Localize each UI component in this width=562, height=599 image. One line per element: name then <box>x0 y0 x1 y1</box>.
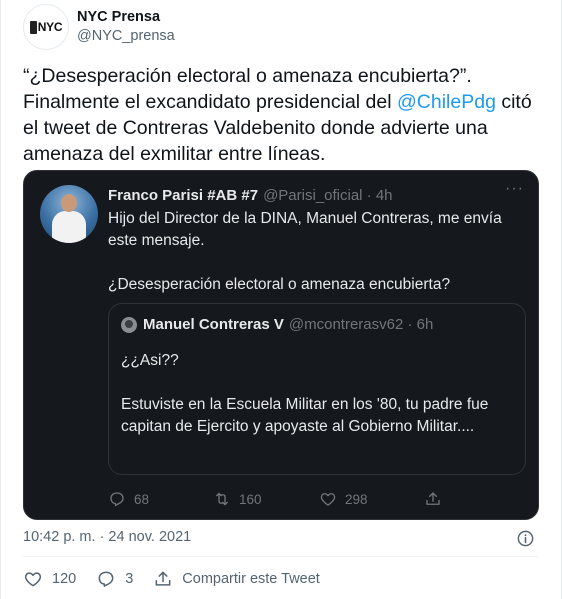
column-icon <box>29 20 37 34</box>
avatar-body <box>52 211 86 243</box>
tweet-header: NYC NYC Prensa @NYC_prensa <box>23 4 175 50</box>
quoted-author-name: Manuel Contreras V <box>143 316 284 333</box>
embedded-actions: 68 160 298 <box>108 489 528 509</box>
tweet-text: “¿Desesperación electoral o amenaza encu… <box>23 63 543 167</box>
quoted-header: Manuel Contreras V @mcontrerasv62 · 6h <box>121 316 433 333</box>
quoted-text: ¿¿Asi?? Estuviste en la Escuela Militar … <box>121 352 489 435</box>
tweet-timestamp[interactable]: 10:42 p. m. · 24 nov. 2021 <box>23 529 191 545</box>
reply-button[interactable]: 3 <box>96 569 133 589</box>
embedded-reply: 68 <box>108 490 213 508</box>
avatar-text: NYC <box>37 20 63 34</box>
reply-icon <box>110 492 124 507</box>
nyc-logo: NYC <box>29 20 63 34</box>
share-button[interactable]: Compartir este Tweet <box>153 569 320 589</box>
embedded-like-count: 298 <box>345 491 368 507</box>
share-icon <box>426 492 440 505</box>
embedded-header: Franco Parisi #AB #7 @Parisi_oficial · 4… <box>108 185 528 205</box>
avatar[interactable]: NYC <box>23 4 69 50</box>
more-icon: ··· <box>505 180 524 197</box>
embedded-author-name: Franco Parisi #AB #7 <box>108 186 259 204</box>
quoted-avatar <box>121 316 137 333</box>
embedded-handle-time: @Parisi_oficial · 4h <box>263 186 393 204</box>
embedded-like: 298 <box>319 490 424 508</box>
reply-icon <box>98 571 114 587</box>
like-count: 120 <box>52 571 77 587</box>
reply-count: 3 <box>125 571 134 587</box>
divider <box>23 556 539 557</box>
embedded-text: Hijo del Director de la DINA, Manuel Con… <box>108 210 502 293</box>
author-handle[interactable]: @NYC_prensa <box>77 27 175 46</box>
heart-icon <box>320 493 336 506</box>
quoted-tweet: Manuel Contreras V @mcontrerasv62 · 6h ¿… <box>108 303 526 475</box>
embedded-tweet-screenshot[interactable]: Franco Parisi #AB #7 @Parisi_oficial · 4… <box>23 170 539 520</box>
avatar-head <box>61 194 77 212</box>
embedded-retweet-count: 160 <box>239 491 262 507</box>
author-names: NYC Prensa @NYC_prensa <box>77 8 175 46</box>
mention-link[interactable]: @ChilePdg <box>397 91 496 113</box>
tweet-actions: 120 3 Compartir este Tweet <box>23 568 340 590</box>
embedded-retweet: 160 <box>213 490 319 508</box>
embedded-share <box>424 490 442 508</box>
tweet-card: NYC NYC Prensa @NYC_prensa “¿Desesperaci… <box>0 0 562 599</box>
like-button[interactable]: 120 <box>23 569 76 589</box>
info-icon[interactable] <box>516 529 535 548</box>
share-label: Compartir este Tweet <box>182 571 320 587</box>
embedded-reply-count: 68 <box>134 491 150 507</box>
embedded-avatar <box>40 185 98 243</box>
quoted-handle-time: @mcontrerasv62 · 6h <box>288 316 434 333</box>
author-display-name[interactable]: NYC Prensa <box>77 8 175 27</box>
retweet-icon <box>216 492 228 506</box>
heart-icon <box>24 572 42 587</box>
share-icon <box>155 571 171 586</box>
